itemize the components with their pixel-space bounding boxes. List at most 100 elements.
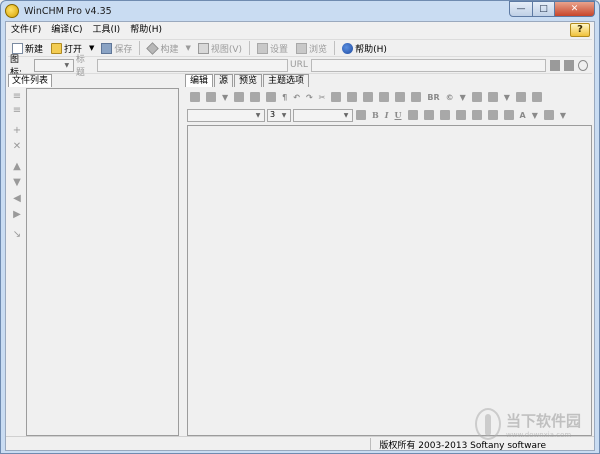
view-button[interactable]: 视图(V) <box>194 40 246 56</box>
context-help-icon[interactable]: ? <box>570 23 590 37</box>
move-right-icon[interactable]: ▶ <box>12 210 22 220</box>
underline-icon[interactable]: U <box>395 110 402 120</box>
browse-button[interactable]: 浏览 <box>292 40 331 56</box>
watermark-title: 当下软件园 <box>506 411 582 430</box>
paragraph-icon[interactable]: ¶ <box>282 93 287 102</box>
symbol-icon[interactable]: © <box>446 93 454 102</box>
move-left-icon[interactable]: ◀ <box>12 194 22 204</box>
page-icon[interactable] <box>550 59 561 71</box>
object-icon[interactable] <box>379 92 390 102</box>
maximize-button[interactable]: □ <box>533 1 555 17</box>
font-color-icon[interactable]: A <box>520 111 526 120</box>
sort-icon[interactable]: ↘ <box>12 230 22 240</box>
font-name-select[interactable]: ▼ <box>187 108 265 122</box>
cut-icon[interactable]: ✂ <box>319 93 326 102</box>
icon-select[interactable]: ▼ <box>33 58 74 72</box>
redo-icon[interactable]: ↷ <box>306 93 313 102</box>
move-down-icon[interactable]: ▼ <box>12 178 22 188</box>
copy-icon[interactable] <box>331 92 342 102</box>
build-button[interactable]: 构建 <box>143 40 182 56</box>
menu-bar: 文件(F) 编译(C) 工具(I) 帮助(H) ? <box>6 22 594 39</box>
url-input[interactable] <box>310 58 547 72</box>
minimize-button[interactable]: — <box>509 1 533 17</box>
undo-icon[interactable]: ↶ <box>293 93 300 102</box>
title-bar[interactable]: WinCHM Pro v4.35 — □ ✕ <box>1 1 599 21</box>
menu-help[interactable]: 帮助(H) <box>125 22 167 39</box>
tab-edit[interactable]: 编辑 <box>185 74 214 87</box>
chevron-down-icon[interactable]: ▼ <box>222 93 228 102</box>
list-style-icon[interactable] <box>487 92 498 102</box>
chevron-down-icon[interactable]: ▼ <box>504 93 510 102</box>
chevron-down-icon: ▼ <box>281 111 287 119</box>
font-toolbar: ▼ 3 ▼ ▼ B I U A ▼ ▼ <box>187 107 592 123</box>
bookmark-icon[interactable] <box>395 92 406 102</box>
save-button[interactable]: 保存 <box>97 40 136 56</box>
title-input[interactable] <box>96 58 289 72</box>
font-size-select[interactable]: 3 ▼ <box>267 108 291 122</box>
eraser-icon[interactable] <box>356 110 366 120</box>
watermark-logo-icon <box>475 408 501 440</box>
build-dropdown-icon[interactable]: ▼ <box>185 44 190 52</box>
properties-bar: 图标: ▼ 标题 URL <box>8 55 592 78</box>
save-topic-icon[interactable] <box>190 92 200 102</box>
clear-icon[interactable] <box>578 59 589 71</box>
italic-icon[interactable]: I <box>385 110 389 120</box>
chevron-down-icon[interactable]: ▼ <box>560 111 566 120</box>
menu-file[interactable]: 文件(F) <box>6 22 46 39</box>
style-select[interactable]: ▼ <box>293 108 353 122</box>
settings-button-label: 设置 <box>270 44 289 55</box>
flag-icon[interactable] <box>564 59 575 71</box>
indent-icon[interactable] <box>503 110 514 120</box>
save-button-label: 保存 <box>114 44 133 55</box>
client-area: 文件(F) 编译(C) 工具(I) 帮助(H) ? 新建 打开 ▼ 保存 构建 … <box>5 21 595 451</box>
bullet-list-icon[interactable] <box>471 110 482 120</box>
line-break-button[interactable]: BR <box>427 93 439 102</box>
build-icon <box>146 41 160 55</box>
menu-tools[interactable]: 工具(I) <box>88 22 126 39</box>
chevron-down-icon[interactable]: ▼ <box>532 111 538 120</box>
tab-source[interactable]: 源 <box>214 74 234 87</box>
watermark: 当下软件园 www.downxia.com <box>475 401 595 447</box>
help-button[interactable]: 帮助(H) <box>338 40 391 56</box>
tab-preview[interactable]: 预览 <box>234 74 263 87</box>
expand-all-icon[interactable]: ≡ <box>12 92 22 102</box>
file-tree[interactable] <box>26 88 179 436</box>
main-toolbar: 新建 打开 ▼ 保存 构建 ▼ 视图(V) 设置 浏览 帮助(H) <box>8 39 592 57</box>
font-size-value: 3 <box>270 109 276 119</box>
toolbar-separator <box>249 41 251 55</box>
settings-button[interactable]: 设置 <box>253 40 292 56</box>
browse-icon <box>296 42 308 54</box>
tab-topic-options[interactable]: 主题选项 <box>263 74 310 87</box>
open-dropdown-icon[interactable]: ▼ <box>89 44 94 52</box>
editor-area[interactable] <box>187 125 592 436</box>
numbered-list-icon[interactable] <box>455 110 466 120</box>
delete-topic-icon[interactable]: ✕ <box>12 142 22 152</box>
build-button-label: 构建 <box>160 44 179 55</box>
unlink-icon[interactable] <box>531 92 542 102</box>
chevron-down-icon[interactable]: ▼ <box>460 93 466 102</box>
tab-file-list[interactable]: 文件列表 <box>8 74 53 87</box>
spellcheck-icon[interactable] <box>234 92 245 102</box>
image-icon[interactable] <box>363 92 374 102</box>
move-up-icon[interactable]: ▲ <box>12 162 22 172</box>
print-icon[interactable] <box>266 92 277 102</box>
align-center-icon[interactable] <box>423 110 434 120</box>
collapse-all-icon[interactable]: ≡ <box>12 106 22 116</box>
paste-icon[interactable] <box>347 92 358 102</box>
watermark-url: www.downxia.com <box>506 430 572 439</box>
align-right-icon[interactable] <box>439 110 450 120</box>
find-icon[interactable] <box>250 92 261 102</box>
horizontal-rule-icon[interactable] <box>411 92 422 102</box>
highlight-icon[interactable] <box>543 110 554 120</box>
link-icon[interactable] <box>515 92 526 102</box>
close-button[interactable]: ✕ <box>555 1 595 17</box>
align-left-icon[interactable] <box>407 110 418 120</box>
table-icon[interactable] <box>471 92 482 102</box>
edit-icon[interactable] <box>206 92 216 102</box>
status-divider <box>370 437 371 450</box>
bold-icon[interactable]: B <box>372 110 379 120</box>
menu-compile[interactable]: 编译(C) <box>46 22 87 39</box>
folder-open-icon <box>51 42 63 54</box>
outdent-icon[interactable] <box>487 110 498 120</box>
add-topic-icon[interactable]: + <box>12 126 22 136</box>
